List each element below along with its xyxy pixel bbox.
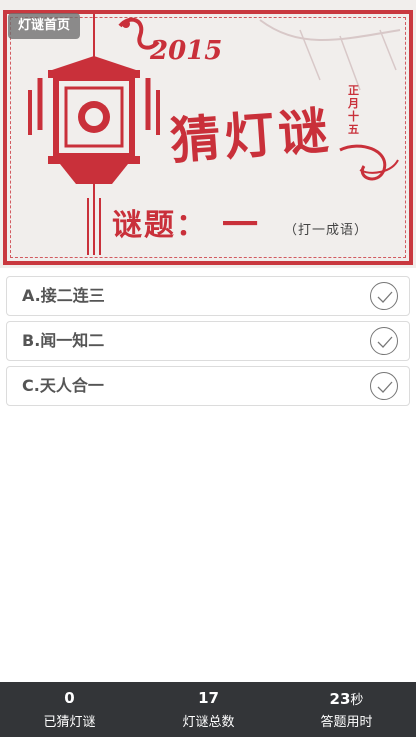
riddle-hint: （打一成语） [284,223,369,238]
answer-options: A.接二连三 B.闻一知二 C.天人合一 [6,276,410,411]
home-button[interactable]: 灯谜首页 [8,13,80,39]
option-label: C.天人合一 [22,376,104,395]
banner-side-text: 正月十五 [348,84,359,136]
stat-total: 17 灯谜总数 [139,682,278,737]
banner-title: 猜灯谜 [168,100,335,171]
total-label: 灯谜总数 [182,715,235,730]
time-value: 23 [329,690,351,708]
option-a[interactable]: A.接二连三 [6,276,410,316]
time-value-wrap: 23秒 [277,689,416,708]
question-label: 谜题： [112,208,208,243]
option-c[interactable]: C.天人合一 [6,366,410,406]
total-count: 17 [198,689,219,707]
time-label: 答题用时 [320,715,373,730]
option-label: B.闻一知二 [22,331,105,350]
guessed-label: 已猜灯谜 [43,715,96,730]
guessed-count: 0 [64,689,75,707]
stat-time: 23秒 答题用时 [277,682,416,737]
stats-footer: 0 已猜灯谜 17 灯谜总数 23秒 答题用时 [0,682,416,737]
option-b[interactable]: B.闻一知二 [6,321,410,361]
check-icon[interactable] [370,282,398,310]
time-unit: 秒 [350,693,364,708]
banner-year: 2015 [150,36,223,66]
check-icon[interactable] [370,327,398,355]
banner: 灯谜首页 2015 猜灯谜 正月十五 谜题： 一 （打一成语） [0,0,416,268]
riddle-text: 一 [222,204,259,246]
stat-guessed: 0 已猜灯谜 [0,682,139,737]
option-label: A.接二连三 [22,286,105,305]
check-icon[interactable] [370,372,398,400]
